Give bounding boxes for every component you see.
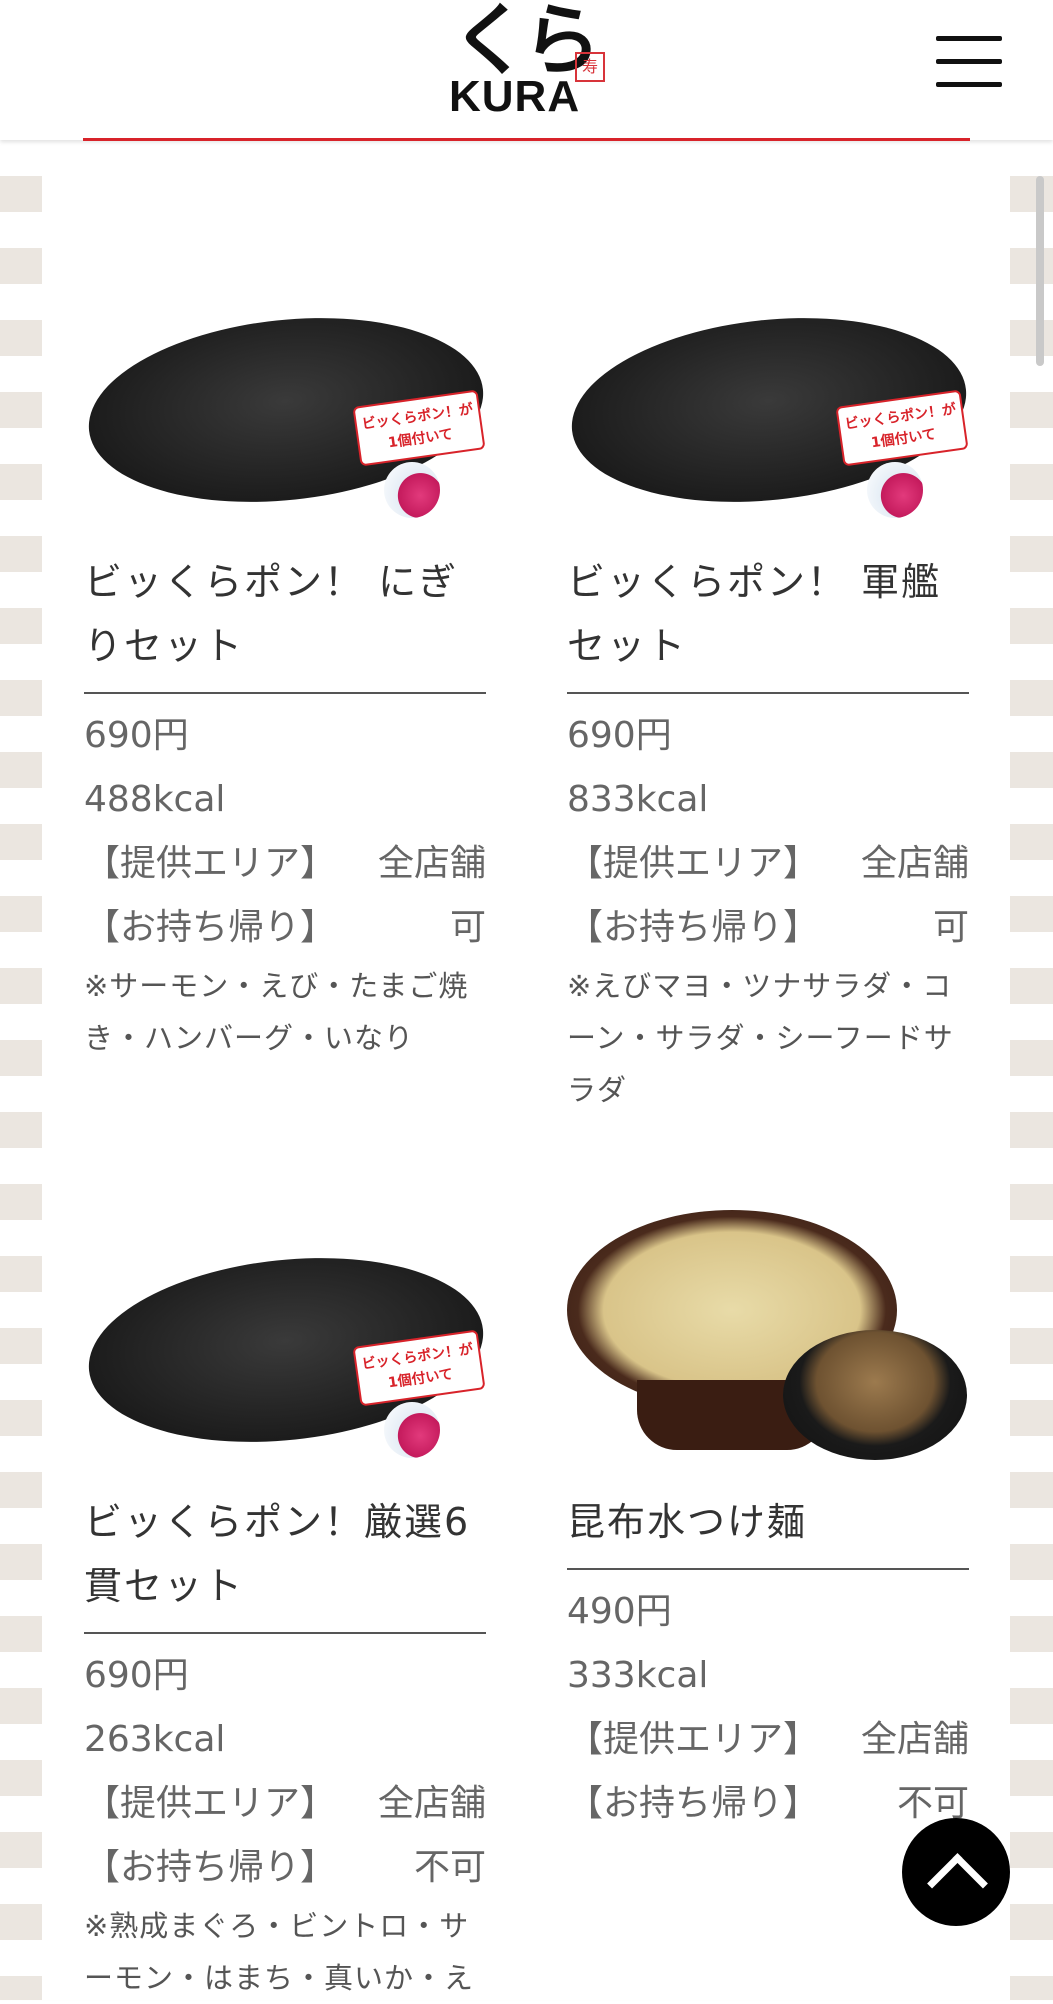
item-kcal: 833kcal [567, 779, 709, 820]
logo-text: KURA [449, 72, 581, 121]
area-value: 全店舗 [377, 1783, 486, 1824]
takeout-row: 【お持ち帰り】 不可 [84, 1836, 486, 1900]
background-stripes-left [0, 140, 42, 2000]
food-image [567, 1200, 969, 1470]
capsule-icon [384, 1402, 440, 1458]
item-note: ※えびマヨ・ツナサラダ・コーン・サラダ・シーフードサラダ [567, 969, 954, 1107]
item-note: ※サーモン・えび・たまご焼き・ハンバーグ・いなり [84, 969, 469, 1055]
area-label: 【提供エリア】 [567, 1719, 820, 1760]
area-row: 【提供エリア】 全店舗 [567, 1708, 969, 1772]
food-image: ビッくらポン！が 1個付いて [79, 260, 493, 530]
item-price: 690円 [84, 1655, 189, 1696]
hamburger-menu-icon[interactable] [936, 36, 1006, 88]
item-kcal: 488kcal [84, 779, 226, 820]
kura-logo[interactable]: くら KURA 寿 [447, 0, 607, 121]
item-price: 490円 [567, 1591, 672, 1632]
area-value: 全店舗 [377, 843, 486, 884]
takeout-row: 【お持ち帰り】 不可 [567, 1772, 969, 1836]
item-name: 昆布水つけ麺 [567, 1490, 969, 1570]
item-price: 690円 [567, 715, 672, 756]
item-kcal: 263kcal [84, 1719, 226, 1760]
takeout-value: 可 [932, 907, 969, 948]
capsule-icon [867, 462, 923, 518]
area-label: 【提供エリア】 [84, 1783, 337, 1824]
item-kcal: 333kcal [567, 1655, 709, 1696]
dipping-soup-image [783, 1330, 967, 1460]
chevron-up-icon [927, 1853, 988, 1914]
item-name: ビッくらポン！ にぎりセット [84, 550, 486, 694]
area-value: 全店舗 [860, 843, 969, 884]
capsule-icon [384, 462, 440, 518]
takeout-value: 不可 [413, 1847, 486, 1888]
area-row: 【提供エリア】 全店舗 [567, 832, 969, 896]
menu-item-card[interactable]: 昆布水つけ麺 490円 333kcal 【提供エリア】 全店舗 【お持ち帰り】 … [567, 1200, 969, 1836]
food-image: ビッくらポン！が 1個付いて [562, 260, 976, 530]
takeout-label: 【お持ち帰り】 [84, 1847, 337, 1888]
item-name: ビッくらポン！ 軍艦セット [567, 550, 969, 694]
scrollbar-thumb[interactable] [1036, 176, 1044, 366]
area-label: 【提供エリア】 [84, 843, 337, 884]
area-value: 全店舗 [860, 1719, 969, 1760]
background-stripes-right [1010, 140, 1053, 2000]
menu-item-card[interactable]: ビッくらポン！が 1個付いて ビッくらポン！ 軍艦セット 690円 833kcal… [562, 260, 976, 1116]
back-to-top-button[interactable] [902, 1818, 1010, 1926]
takeout-row: 【お持ち帰り】 可 [567, 896, 969, 960]
hamburger-bar [936, 59, 1002, 64]
takeout-label: 【お持ち帰り】 [567, 1783, 820, 1824]
takeout-value: 可 [449, 907, 486, 948]
section-divider [83, 138, 970, 141]
area-row: 【提供エリア】 全店舗 [84, 1772, 486, 1836]
hamburger-bar [936, 36, 1002, 41]
takeout-label: 【お持ち帰り】 [567, 907, 820, 948]
item-price: 690円 [84, 715, 189, 756]
logo-stamp: 寿 [575, 52, 605, 82]
hamburger-bar [936, 82, 1002, 87]
menu-item-card[interactable]: ビッくらポン！が 1個付いて ビッくらポン！厳選6貫セット 690円 263kca… [79, 1200, 493, 2004]
takeout-row: 【お持ち帰り】 可 [84, 896, 486, 960]
menu-item-card[interactable]: ビッくらポン！が 1個付いて ビッくらポン！ にぎりセット 690円 488kca… [79, 260, 493, 1064]
food-image: ビッくらポン！が 1個付いて [79, 1200, 493, 1470]
area-label: 【提供エリア】 [567, 843, 820, 884]
takeout-label: 【お持ち帰り】 [84, 907, 337, 948]
item-note: ※熟成まぐろ・ビントロ・サーモン・はまち・真いか・え [84, 1909, 475, 1995]
site-header: くら KURA 寿 [0, 0, 1053, 140]
item-name: ビッくらポン！厳選6貫セット [84, 1490, 486, 1634]
area-row: 【提供エリア】 全店舗 [84, 832, 486, 896]
